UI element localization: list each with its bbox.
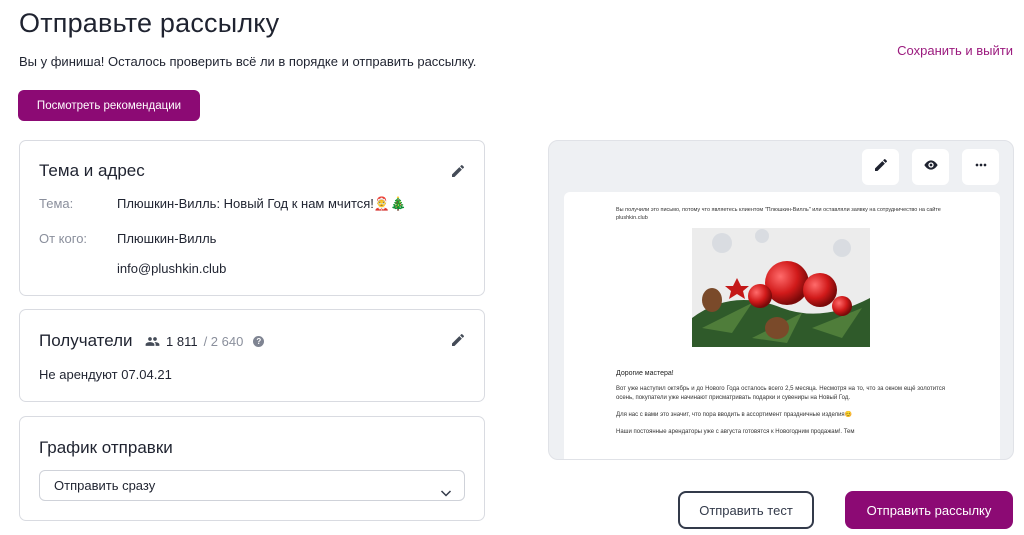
email-paragraph: Для нас с вами это значит, что пора ввод… [616, 412, 853, 418]
recipients-total: / 2 640 [203, 334, 244, 349]
save-and-exit-link[interactable]: Сохранить и выйти [897, 43, 1013, 58]
send-mailing-button[interactable]: Отправить рассылку [845, 491, 1013, 529]
send-test-button[interactable]: Отправить тест [678, 491, 814, 529]
subject-value: Плюшкин-Вилль: Новый Год к нам мчится!🤶🎄 [117, 196, 407, 211]
recipients-selected: 1 811 [166, 334, 198, 349]
more-icon [973, 157, 989, 178]
chevron-down-icon [440, 480, 452, 497]
email-preview: Вы получили это письмо, потому что являе… [548, 140, 1014, 460]
email-paragraph: Наши постоянные арендаторы уже с августа… [616, 429, 855, 435]
view-recommendations-button[interactable]: Посмотреть рекомендации [18, 90, 200, 121]
subject-card-title: Тема и адрес [39, 161, 145, 180]
pencil-icon[interactable] [450, 163, 466, 179]
from-name: Плюшкин-Вилль [117, 231, 217, 246]
from-email: info@plushkin.club [117, 261, 227, 276]
email-content: Вы получили это письмо, потому что являе… [616, 206, 945, 437]
recipients-card: Получатели 1 811 / 2 640 ? Не арендуют 0… [19, 309, 485, 402]
edit-email-button[interactable] [862, 149, 899, 185]
recipients-segment: Не арендуют 07.04.21 [39, 367, 172, 382]
people-icon [145, 334, 160, 349]
eye-icon [923, 157, 939, 178]
page-subtitle: Вы у финиша! Осталось проверить всё ли в… [19, 54, 477, 69]
pencil-icon[interactable] [450, 332, 466, 348]
page-title: Отправьте рассылку [19, 8, 280, 38]
schedule-card: График отправки Отправить сразу [19, 416, 485, 521]
preview-email-button[interactable] [912, 149, 949, 185]
send-schedule-select[interactable]: Отправить сразу [39, 470, 465, 501]
email-paragraph: Вот уже наступил октябрь и до Нового Год… [616, 386, 945, 401]
subject-address-card: Тема и адрес Тема: Плюшкин-Вилль: Новый … [19, 140, 485, 296]
pencil-icon [873, 157, 889, 178]
send-schedule-selected: Отправить сразу [54, 478, 156, 493]
schedule-card-title: График отправки [39, 438, 173, 457]
email-hero-image [691, 228, 870, 347]
more-options-button[interactable] [962, 149, 999, 185]
email-greeting: Дорогие мастера! [616, 370, 674, 377]
email-intro: Вы получили это письмо, потому что являе… [616, 207, 941, 221]
subject-label: Тема: [39, 196, 74, 211]
email-preview-sheet[interactable]: Вы получили это письмо, потому что являе… [564, 192, 1000, 459]
help-icon[interactable]: ? [253, 336, 265, 347]
from-label: От кого: [39, 231, 88, 246]
recipients-count: 1 811 / 2 640 ? [145, 334, 265, 349]
recipients-card-title: Получатели [39, 331, 133, 350]
